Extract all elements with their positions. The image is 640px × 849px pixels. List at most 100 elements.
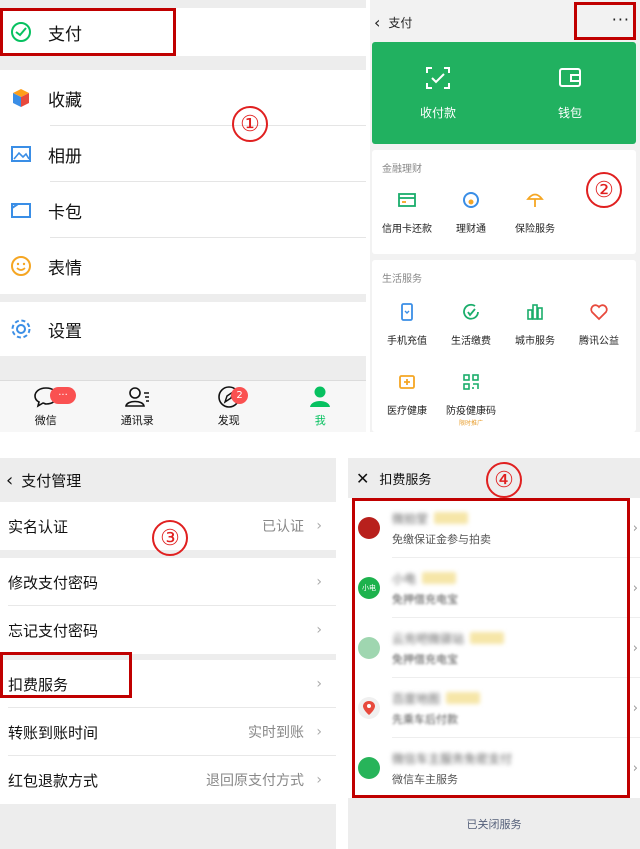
row-value: 实时到账 (248, 725, 304, 741)
contacts-icon (124, 384, 150, 410)
tab-label: 我 (314, 414, 326, 427)
pay-wallet-card: 收付款 钱包 (372, 42, 636, 144)
chevron-right-icon: › (632, 700, 638, 716)
service-medical[interactable]: 医疗健康 (374, 372, 440, 417)
medical-icon (397, 372, 417, 396)
closed-services-label: 已关闭服务 (466, 817, 522, 831)
chevron-right-icon: › (316, 622, 322, 638)
step-marker-3: ③ (152, 520, 188, 556)
separator-gap-bottom (336, 458, 348, 849)
life-services-section: 生活服务 手机充值 生活缴费 城市服务 腾讯公益 医疗健康 防疫健康码 限时推广 (372, 260, 636, 432)
menu-item-album[interactable]: 相册 (0, 126, 366, 182)
umbrella-icon (525, 190, 545, 214)
chevron-right-icon: › (632, 520, 638, 536)
section-title: 金融理财 (382, 164, 422, 175)
bill-check-icon (461, 302, 481, 326)
card-wallet-icon (10, 199, 32, 221)
highlight-box-deduction (0, 652, 132, 698)
menu-item-favorites[interactable]: 收藏 (0, 70, 366, 126)
chevron-right-icon: › (316, 574, 322, 590)
service-label: 医疗健康 (387, 406, 427, 417)
close-button[interactable]: ✕ (356, 469, 369, 488)
service-label: 信用卡还款 (382, 224, 432, 235)
service-label: 防疫健康码 (446, 406, 496, 417)
service-bill-pay[interactable]: 生活缴费 (438, 302, 504, 347)
tab-label: 微信 (34, 414, 57, 427)
pay-management-header: ‹ 支付管理 (0, 458, 336, 502)
scan-pay-icon (425, 66, 451, 94)
deduction-services-screen: ✕ 扣费服务 微拍堂 免缴保证金参与拍卖 › 小电 小电 免押借充电宝 › 云充… (348, 458, 640, 849)
service-label: 城市服务 (515, 336, 555, 347)
menu-item-label: 表情 (48, 258, 82, 279)
menu-item-label: 卡包 (48, 202, 82, 223)
unread-badge: 2 (231, 387, 248, 404)
row-red-packet-refund[interactable]: 红包退款方式 退回原支付方式 › (0, 756, 336, 804)
heart-icon (589, 302, 609, 326)
cube-icon (10, 87, 32, 109)
menu-group-main: 收藏 相册 卡包 表情 (0, 70, 366, 294)
chevron-right-icon: › (316, 772, 322, 788)
row-label: 忘记支付密码 (8, 621, 99, 640)
highlight-box-more (574, 2, 636, 40)
receive-pay-label: 收付款 (419, 105, 456, 120)
chevron-right-icon: › (632, 760, 638, 776)
me-tab-screen: 支付 收藏 相册 卡包 表情 设置 微信 ··· 通讯录 发现 2 我 ① (0, 0, 366, 432)
service-insurance[interactable]: 保险服务 (502, 190, 568, 235)
wallet-button[interactable]: 钱包 (504, 42, 636, 144)
highlight-box-pay (0, 8, 176, 56)
tab-label: 发现 (217, 414, 240, 427)
chevron-right-icon: › (632, 580, 638, 596)
page-title: 支付 (388, 15, 413, 30)
back-button[interactable]: ‹ (374, 13, 380, 32)
service-charity[interactable]: 腾讯公益 (566, 302, 632, 347)
service-label: 手机充值 (387, 336, 427, 347)
menu-item-stickers[interactable]: 表情 (0, 238, 366, 294)
row-forgot-password[interactable]: 忘记支付密码 › (0, 606, 336, 654)
service-health-code[interactable]: 防疫健康码 限时推广 (438, 372, 504, 427)
row-label: 转账到账时间 (8, 723, 99, 742)
tab-discover[interactable]: 发现 2 (183, 381, 275, 432)
person-icon (307, 384, 333, 410)
smiley-icon (10, 255, 32, 277)
back-button[interactable]: ‹ (6, 470, 13, 491)
step-marker-2: ② (586, 172, 622, 208)
city-icon (525, 302, 545, 326)
tab-label: 通讯录 (120, 414, 154, 427)
pay-management-screen: ‹ 支付管理 实名认证 已认证 › 修改支付密码 › 忘记支付密码 › 扣费服务… (0, 458, 336, 849)
service-city[interactable]: 城市服务 (502, 302, 568, 347)
service-credit-card[interactable]: 信用卡还款 (374, 190, 440, 235)
pay-screen: ‹ 支付 ··· 收付款 钱包 金融理财 信用卡还款 理财通 保险服务 生活服务… (370, 0, 640, 432)
wallet-icon (557, 66, 583, 94)
row-change-password[interactable]: 修改支付密码 › (0, 558, 336, 606)
menu-item-settings[interactable]: 设置 (0, 302, 366, 356)
bottom-tab-bar: 微信 ··· 通讯录 发现 2 我 (0, 380, 366, 432)
page-title: 扣费服务 (379, 472, 432, 488)
receive-pay-button[interactable]: 收付款 (372, 42, 504, 144)
menu-item-cards[interactable]: 卡包 (0, 182, 366, 238)
service-licaitong[interactable]: 理财通 (438, 190, 504, 235)
phone-icon (397, 302, 417, 326)
row-value: 退回原支付方式 (206, 773, 304, 789)
service-label: 腾讯公益 (579, 336, 619, 347)
row-label: 实名认证 (8, 517, 69, 536)
menu-item-label: 相册 (48, 146, 82, 167)
tab-chats[interactable]: 微信 ··· (0, 381, 92, 432)
gear-icon (10, 318, 32, 340)
service-label: 保险服务 (515, 224, 555, 235)
separator-gap (0, 432, 640, 458)
tab-me[interactable]: 我 (275, 381, 367, 432)
credit-card-icon (397, 190, 417, 214)
service-mobile-topup[interactable]: 手机充值 (374, 302, 440, 347)
step-marker-4: ④ (486, 462, 522, 498)
step-marker-1: ① (232, 106, 268, 142)
chevron-right-icon: › (316, 518, 322, 534)
row-transfer-time[interactable]: 转账到账时间 实时到账 › (0, 708, 336, 756)
closed-services-link[interactable]: 已关闭服务 (348, 798, 640, 849)
menu-item-label: 设置 (48, 321, 82, 342)
row-value: 已认证 (262, 519, 304, 535)
chevron-right-icon: › (316, 724, 322, 740)
menu-group-settings: 设置 (0, 302, 366, 356)
tab-contacts[interactable]: 通讯录 (92, 381, 184, 432)
highlight-box-services (352, 498, 630, 798)
unread-badge: ··· (50, 387, 76, 404)
